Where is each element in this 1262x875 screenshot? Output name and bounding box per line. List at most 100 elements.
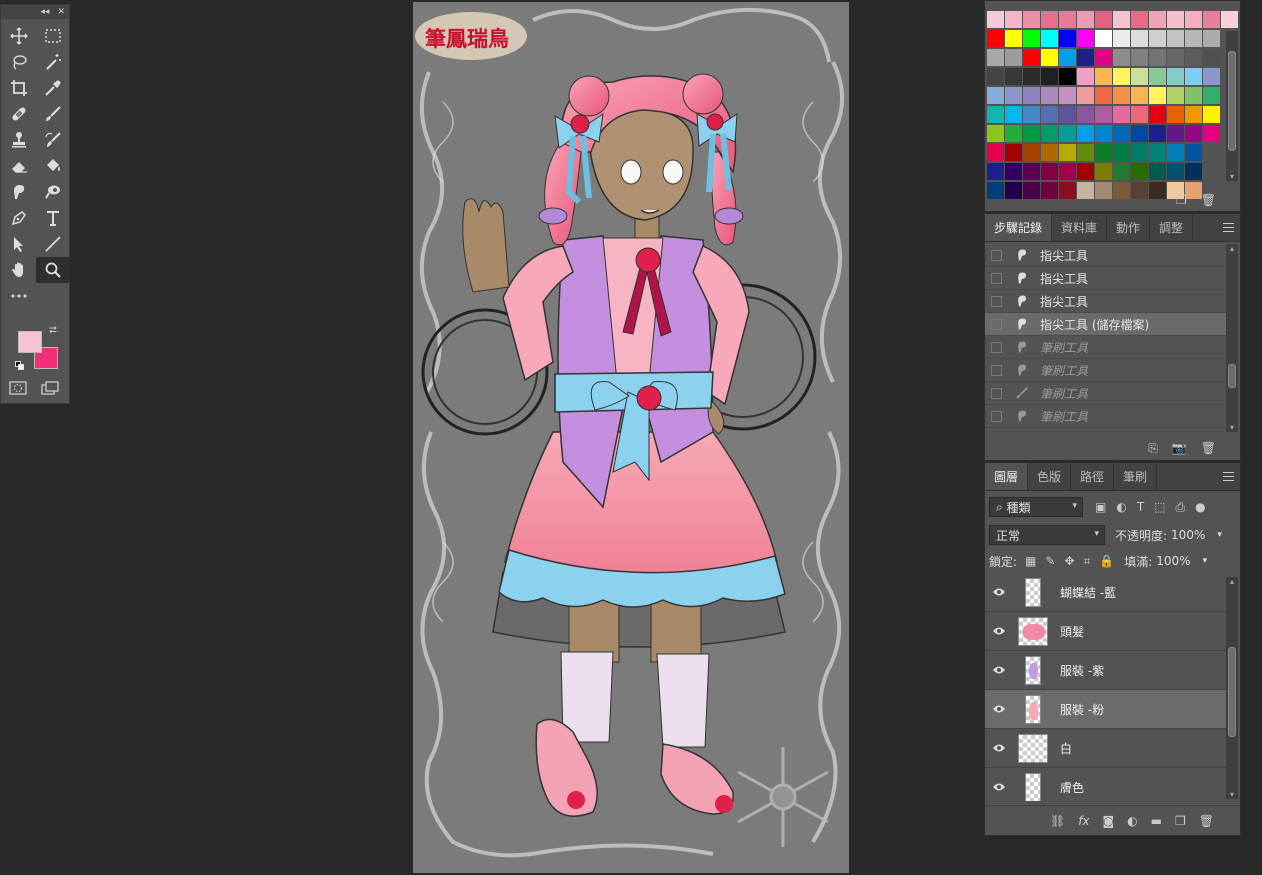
- paint-bucket-tool[interactable]: [36, 153, 70, 179]
- new-swatch-icon[interactable]: ❐: [1176, 193, 1187, 207]
- color-swatch[interactable]: [1113, 182, 1130, 199]
- lock-artboard-icon[interactable]: ⌗: [1084, 554, 1091, 569]
- trash-icon[interactable]: 🗑: [1199, 814, 1214, 828]
- color-swatch[interactable]: [1059, 163, 1076, 180]
- color-swatch[interactable]: [987, 11, 1004, 28]
- color-swatch[interactable]: [1185, 163, 1202, 180]
- color-swatch[interactable]: [1095, 106, 1112, 123]
- eye-icon[interactable]: [992, 782, 1008, 792]
- eraser-tool[interactable]: [2, 153, 36, 179]
- color-swatch[interactable]: [1167, 87, 1184, 104]
- layer-row[interactable]: 頭髮: [985, 612, 1226, 651]
- adjustment-layer-icon[interactable]: ◐: [1127, 814, 1137, 828]
- color-swatch[interactable]: [1203, 125, 1220, 142]
- color-swatch[interactable]: [1149, 125, 1166, 142]
- color-swatch[interactable]: [1023, 87, 1040, 104]
- color-swatch[interactable]: [1185, 125, 1202, 142]
- color-swatch[interactable]: [987, 106, 1004, 123]
- color-swatch[interactable]: [1023, 68, 1040, 85]
- snapshot-checkbox[interactable]: [991, 387, 1002, 399]
- color-swatch[interactable]: [1077, 68, 1094, 85]
- more-tools[interactable]: [2, 283, 36, 309]
- default-colors-icon[interactable]: [15, 361, 25, 371]
- blend-mode-select[interactable]: 正常 ▾: [989, 525, 1105, 545]
- color-swatch[interactable]: [1041, 144, 1058, 161]
- filter-toggle-icon[interactable]: ●: [1195, 500, 1205, 515]
- scroll-down-icon[interactable]: ▾: [1226, 790, 1238, 799]
- color-swatch[interactable]: [1077, 30, 1094, 47]
- color-swatch[interactable]: [1041, 163, 1058, 180]
- color-swatch[interactable]: [1059, 106, 1076, 123]
- eye-icon[interactable]: [992, 587, 1008, 597]
- color-swatch[interactable]: [1005, 125, 1022, 142]
- color-swatch[interactable]: [1095, 68, 1112, 85]
- color-swatch[interactable]: [1149, 49, 1166, 66]
- lock-transparency-icon[interactable]: ▦: [1025, 554, 1036, 569]
- color-swatch[interactable]: [1005, 87, 1022, 104]
- color-swatch[interactable]: [1203, 11, 1220, 28]
- color-swatch[interactable]: [987, 49, 1004, 66]
- color-swatch[interactable]: [1041, 11, 1058, 28]
- color-swatch[interactable]: [1095, 49, 1112, 66]
- tab-actions[interactable]: 動作: [1107, 214, 1151, 241]
- scroll-thumb[interactable]: [1228, 364, 1236, 388]
- color-swatch[interactable]: [1185, 87, 1202, 104]
- color-swatch[interactable]: [1203, 68, 1220, 85]
- clone-stamp-tool[interactable]: [2, 127, 36, 153]
- quick-mask-icon[interactable]: [9, 381, 27, 395]
- smudge-tool[interactable]: [2, 179, 36, 205]
- layer-thumbnail[interactable]: [1025, 655, 1041, 685]
- color-swatch[interactable]: [1149, 144, 1166, 161]
- layer-row[interactable]: 服裝 -粉: [985, 690, 1226, 729]
- camera-icon[interactable]: 📷: [1172, 441, 1187, 456]
- color-swatch[interactable]: [1131, 68, 1148, 85]
- tab-layers[interactable]: 圖層: [985, 463, 1029, 490]
- color-swatch[interactable]: [1077, 49, 1094, 66]
- color-swatch[interactable]: [1023, 106, 1040, 123]
- marquee-tool[interactable]: [36, 23, 70, 49]
- color-swatch[interactable]: [1041, 49, 1058, 66]
- color-swatch[interactable]: [1113, 30, 1130, 47]
- layer-mask-icon[interactable]: ◙: [1103, 814, 1115, 828]
- color-swatch[interactable]: [1059, 144, 1076, 161]
- color-swatch[interactable]: [1167, 125, 1184, 142]
- color-swatch[interactable]: [1095, 125, 1112, 142]
- color-swatch[interactable]: [1131, 49, 1148, 66]
- color-swatch[interactable]: [1023, 144, 1040, 161]
- color-swatch[interactable]: [1131, 144, 1148, 161]
- color-swatch[interactable]: [987, 125, 1004, 142]
- color-swatch[interactable]: [1149, 11, 1166, 28]
- color-swatch[interactable]: [1131, 163, 1148, 180]
- snapshot-checkbox[interactable]: [991, 318, 1002, 330]
- color-swatch[interactable]: [1167, 106, 1184, 123]
- layer-style-icon[interactable]: fx: [1078, 814, 1089, 828]
- snapshot-checkbox[interactable]: [991, 249, 1002, 261]
- color-swatch[interactable]: [1059, 49, 1076, 66]
- color-swatch[interactable]: [1149, 30, 1166, 47]
- color-swatch[interactable]: [1167, 163, 1184, 180]
- history-scrollbar[interactable]: ▴ ▾: [1226, 244, 1238, 432]
- lock-all-icon[interactable]: 🔒: [1099, 554, 1114, 569]
- tab-brushes[interactable]: 筆刷: [1114, 463, 1158, 490]
- color-swatch[interactable]: [1023, 49, 1040, 66]
- color-swatch[interactable]: [1005, 30, 1022, 47]
- link-layers-icon[interactable]: ⛓: [1050, 814, 1065, 828]
- snapshot-checkbox[interactable]: [991, 272, 1002, 284]
- swap-colors-icon[interactable]: ⮂: [49, 325, 57, 336]
- color-swatch[interactable]: [1185, 49, 1202, 66]
- lock-position-icon[interactable]: ✥: [1064, 554, 1074, 569]
- color-swatch[interactable]: [1041, 68, 1058, 85]
- color-swatch[interactable]: [1005, 182, 1022, 199]
- tab-libraries[interactable]: 資料庫: [1052, 214, 1108, 241]
- color-swatch[interactable]: [1077, 163, 1094, 180]
- color-swatch[interactable]: [1095, 182, 1112, 199]
- trash-icon[interactable]: 🗑: [1201, 441, 1216, 456]
- history-item[interactable]: 指尖工具 (儲存檔案): [985, 313, 1226, 336]
- type-tool[interactable]: [36, 205, 70, 231]
- smart-object-filter-icon[interactable]: ⎙: [1176, 500, 1186, 515]
- dodge-tool[interactable]: [36, 179, 70, 205]
- color-swatch[interactable]: [1113, 163, 1130, 180]
- color-swatch[interactable]: [1149, 182, 1166, 199]
- crop-tool[interactable]: [2, 75, 36, 101]
- history-item[interactable]: 筆刷工具: [985, 336, 1226, 359]
